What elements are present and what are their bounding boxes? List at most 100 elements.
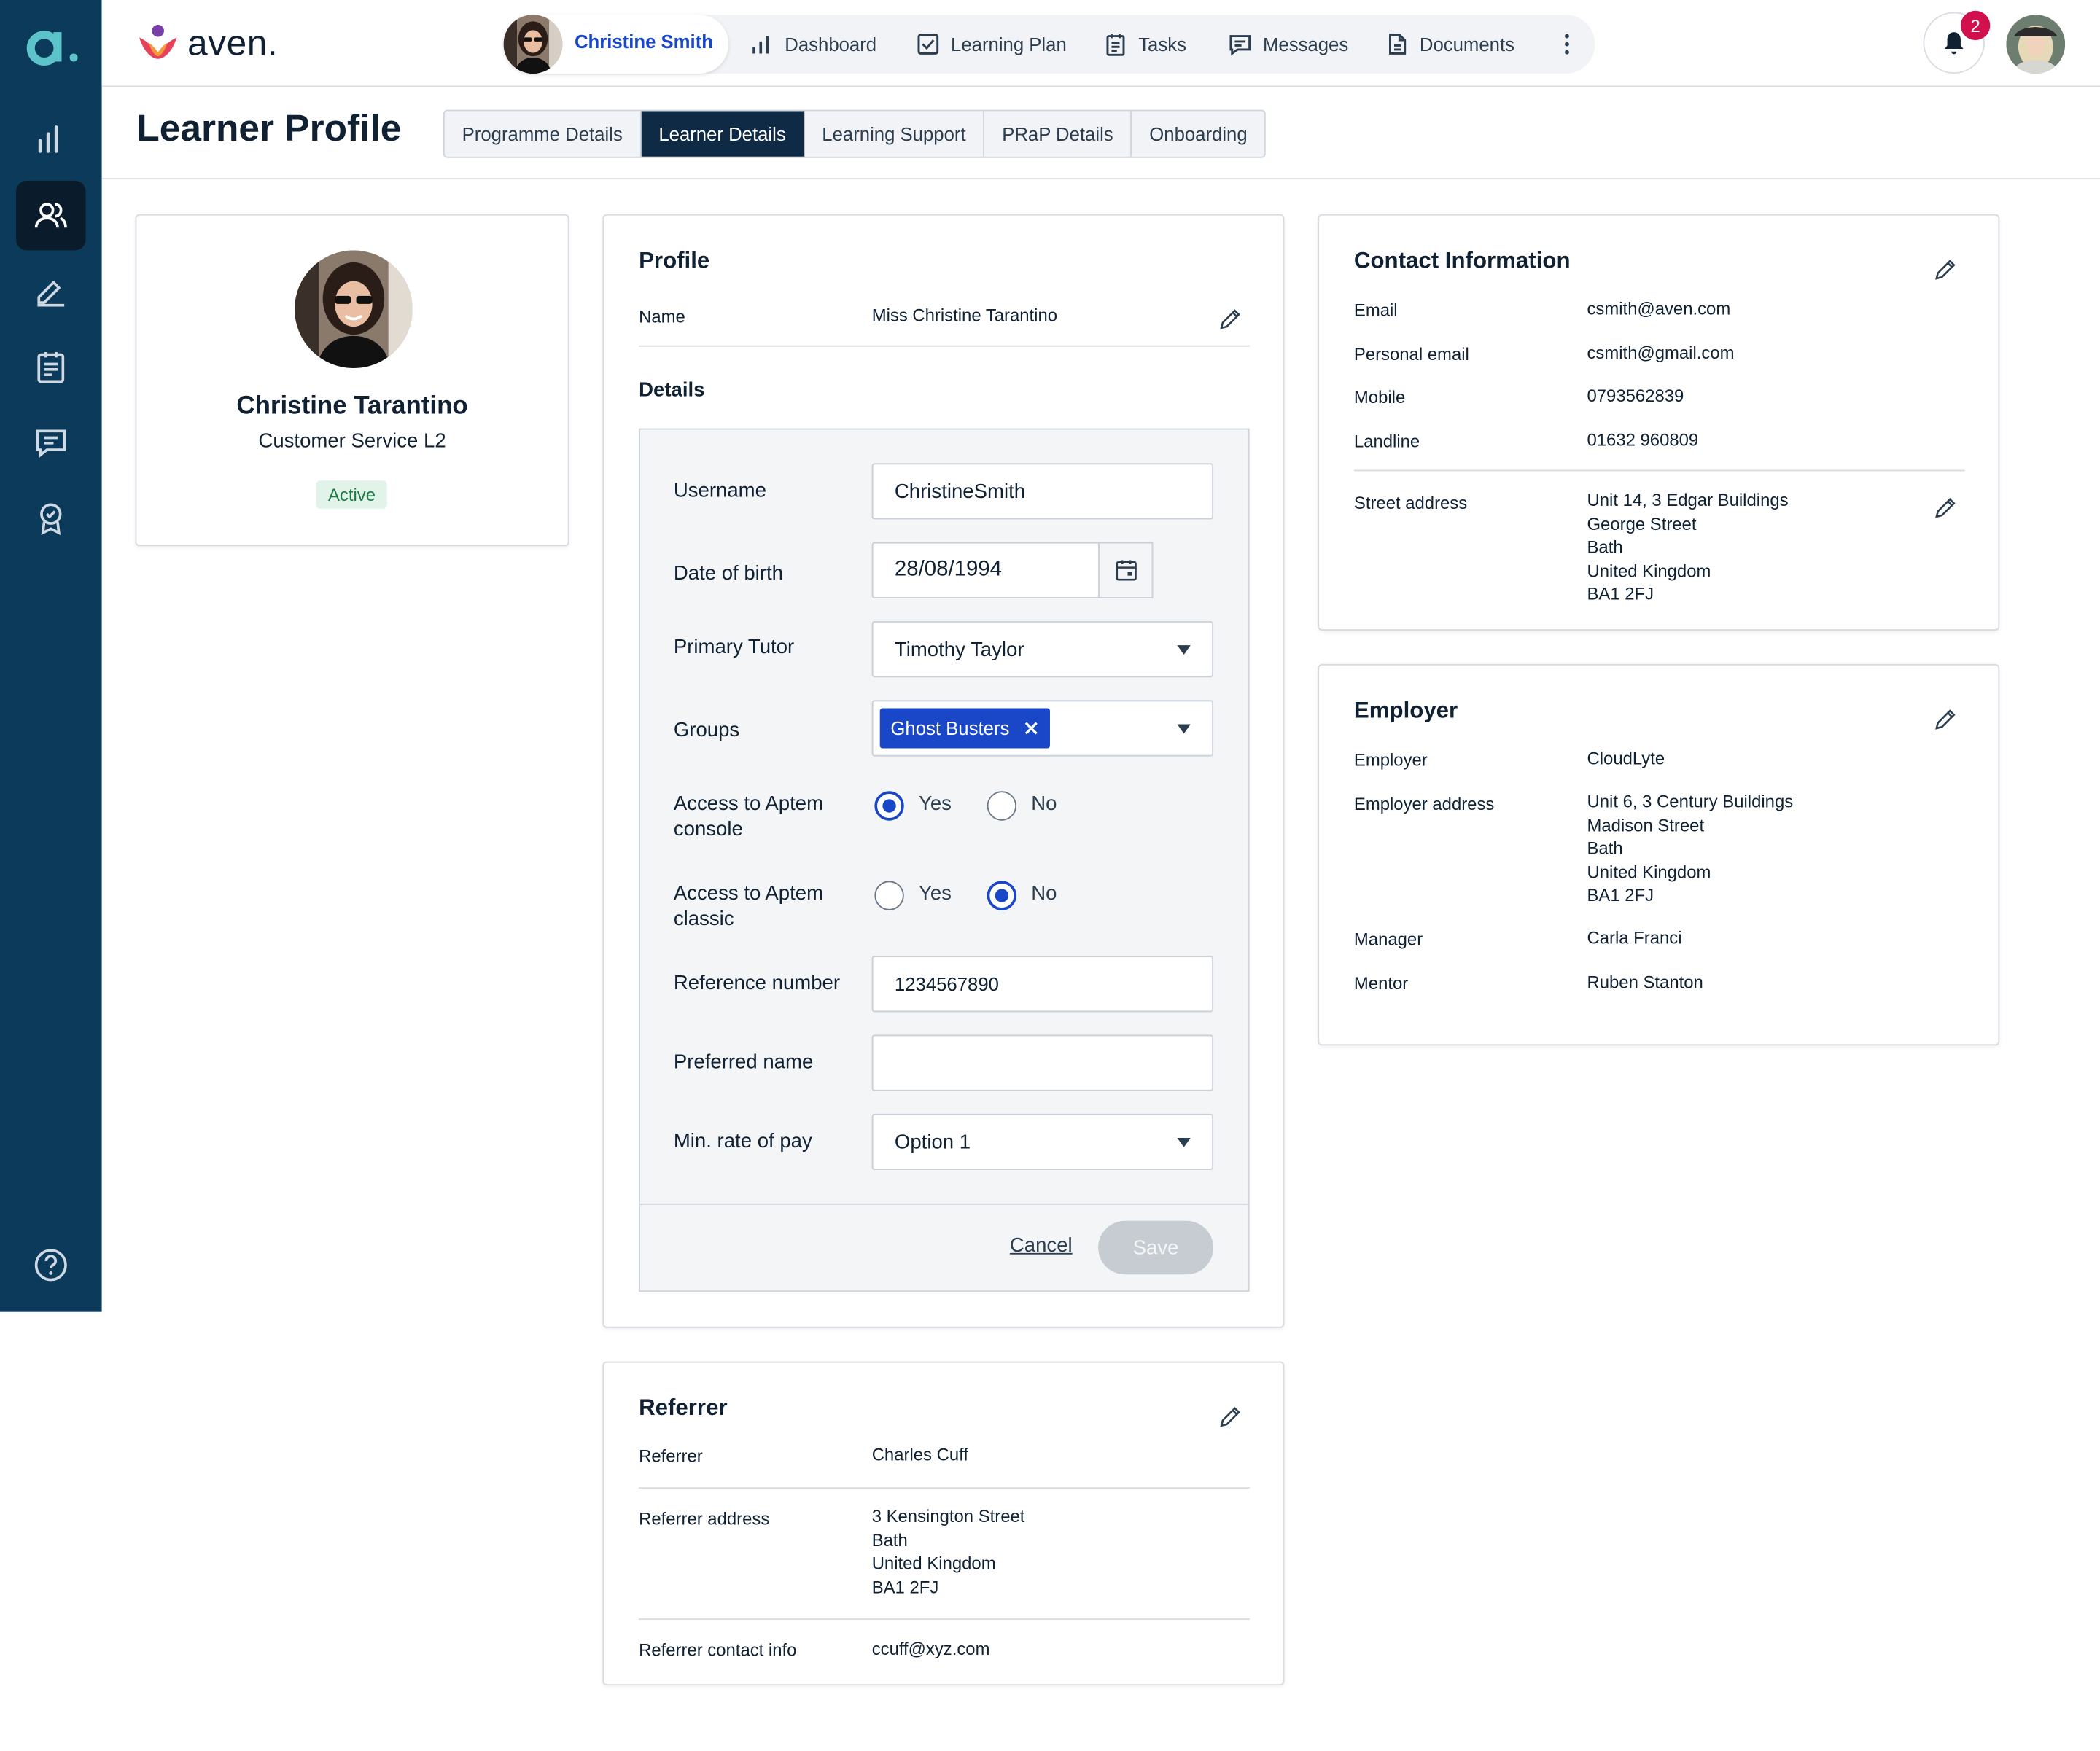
pen-rail-icon[interactable] bbox=[16, 256, 86, 325]
badge-rail-icon[interactable] bbox=[16, 483, 86, 553]
classic-no-radio[interactable] bbox=[987, 881, 1017, 910]
username-input[interactable]: ChristineSmith bbox=[871, 463, 1214, 520]
nav-messages-label: Messages bbox=[1263, 33, 1349, 55]
top-bar: aven. Christine Smith Dashboard Learning… bbox=[101, 0, 2100, 87]
tab-prap-details[interactable]: PRaP Details bbox=[984, 111, 1132, 157]
referrer-section-title: Referrer bbox=[639, 1395, 728, 1421]
learner-avatar bbox=[503, 15, 563, 74]
chart-icon bbox=[752, 36, 769, 54]
chevron-down-icon bbox=[1177, 1137, 1191, 1147]
edit-contact-pencil-icon[interactable] bbox=[1932, 256, 1959, 283]
tab-learner-details[interactable]: Learner Details bbox=[641, 111, 805, 157]
brand[interactable]: aven. bbox=[136, 21, 278, 64]
employer-label: Employer bbox=[1353, 749, 1428, 770]
landline-label: Landline bbox=[1353, 431, 1420, 451]
classic-no-label: No bbox=[1031, 882, 1057, 905]
tab-onboarding[interactable]: Onboarding bbox=[1132, 111, 1264, 156]
groups-label: Groups bbox=[673, 719, 740, 742]
email-label: Email bbox=[1353, 300, 1398, 320]
document-icon bbox=[1389, 34, 1407, 55]
manager-value: Carla Franci bbox=[1587, 927, 1682, 948]
top-nav: Christine Smith Dashboard Learning Plan … bbox=[503, 15, 1595, 74]
min-rate-of-pay-select[interactable]: Option 1 bbox=[871, 1113, 1214, 1171]
street-address-label: Street address bbox=[1353, 492, 1468, 513]
checkbox-icon bbox=[917, 34, 939, 55]
edit-referrer-pencil-icon[interactable] bbox=[1218, 1403, 1245, 1430]
email-value: csmith@aven.com bbox=[1587, 298, 1731, 319]
personal-email-value: csmith@gmail.com bbox=[1587, 343, 1735, 363]
reference-number-input[interactable]: 1234567890 bbox=[871, 956, 1214, 1013]
address-line: Madison Street bbox=[1587, 814, 1705, 835]
dob-input[interactable]: 28/08/1994 bbox=[871, 542, 1100, 598]
divider bbox=[639, 1487, 1250, 1489]
edit-address-pencil-icon[interactable] bbox=[1932, 494, 1959, 521]
console-yes-radio[interactable] bbox=[874, 791, 904, 821]
employer-section-title: Employer bbox=[1353, 697, 1458, 723]
profile-tabs: Programme Details Learner Details Learni… bbox=[443, 109, 1267, 158]
nav-documents[interactable]: Documents bbox=[1385, 32, 1514, 56]
save-button[interactable]: Save bbox=[1098, 1220, 1214, 1275]
groups-multiselect[interactable]: Ghost Busters bbox=[871, 700, 1214, 757]
details-form: Username ChristineSmith Date of birth 28… bbox=[639, 428, 1250, 1292]
employer-address: Unit 6, 3 Century Buildings Madison Stre… bbox=[1587, 789, 1793, 907]
current-learner-chip[interactable]: Christine Smith bbox=[503, 15, 729, 74]
divider bbox=[639, 1618, 1250, 1621]
more-options-icon[interactable] bbox=[1562, 31, 1573, 58]
tab-programme-details[interactable]: Programme Details bbox=[445, 111, 642, 157]
divider bbox=[639, 345, 1250, 347]
address-line: Bath bbox=[871, 1529, 908, 1550]
learners-rail-icon[interactable] bbox=[16, 180, 86, 251]
tasks-rail-icon[interactable] bbox=[16, 332, 86, 401]
messages-rail-icon[interactable] bbox=[16, 408, 86, 477]
learner-photo bbox=[295, 250, 413, 369]
referrer-contact-label: Referrer contact info bbox=[639, 1639, 797, 1661]
primary-tutor-select[interactable]: Timothy Taylor bbox=[871, 621, 1214, 678]
chevron-down-icon bbox=[1177, 645, 1191, 655]
nav-messages[interactable]: Messages bbox=[1228, 32, 1348, 56]
nav-dashboard[interactable]: Dashboard bbox=[750, 32, 877, 56]
classic-yes-label: Yes bbox=[918, 882, 952, 905]
preferred-name-label: Preferred name bbox=[673, 1050, 814, 1074]
app-logo-icon[interactable] bbox=[21, 19, 82, 72]
referrer-address: 3 Kensington Street Bath United Kingdom … bbox=[872, 1505, 1025, 1599]
edit-employer-pencil-icon[interactable] bbox=[1932, 706, 1959, 733]
console-access-label: Access to Aptem console bbox=[673, 792, 824, 841]
console-no-radio[interactable] bbox=[987, 791, 1017, 821]
mobile-value: 0793562839 bbox=[1587, 385, 1684, 406]
primary-tutor-value: Timothy Taylor bbox=[894, 638, 1024, 661]
remove-chip-close-icon[interactable] bbox=[1023, 720, 1039, 736]
username-label: Username bbox=[673, 479, 766, 502]
nav-tasks[interactable]: Tasks bbox=[1103, 32, 1186, 56]
help-rail-icon[interactable] bbox=[16, 1231, 86, 1300]
address-line: BA1 2FJ bbox=[871, 1576, 939, 1596]
nav-dashboard-label: Dashboard bbox=[785, 33, 877, 55]
classic-yes-radio[interactable] bbox=[874, 881, 904, 910]
landline-value: 01632 960809 bbox=[1587, 429, 1699, 451]
street-address: Unit 14, 3 Edgar Buildings George Street… bbox=[1587, 488, 1788, 606]
calendar-icon bbox=[1115, 560, 1136, 581]
calendar-button[interactable] bbox=[1098, 542, 1154, 598]
user-avatar[interactable] bbox=[2006, 15, 2066, 74]
nav-documents-label: Documents bbox=[1419, 33, 1514, 55]
cancel-button[interactable]: Cancel bbox=[1010, 1234, 1073, 1257]
contact-information-card: Contact Information Email csmith@aven.co… bbox=[1318, 214, 2000, 631]
app-root: aven. Christine Smith Dashboard Learning… bbox=[0, 0, 2100, 1751]
address-line: United Kingdom bbox=[1587, 560, 1711, 581]
preferred-name-input[interactable] bbox=[871, 1034, 1214, 1091]
brand-name: aven. bbox=[187, 22, 279, 63]
personal-email-label: Personal email bbox=[1353, 343, 1469, 364]
manager-label: Manager bbox=[1353, 929, 1423, 950]
profile-section-title: Profile bbox=[639, 247, 710, 273]
clipboard-icon bbox=[1106, 34, 1125, 56]
edit-name-pencil-icon[interactable] bbox=[1218, 305, 1245, 332]
nav-learning-plan[interactable]: Learning Plan bbox=[916, 32, 1067, 56]
employer-value: CloudLyte bbox=[1587, 748, 1665, 769]
min-rate-of-pay-value: Option 1 bbox=[894, 1130, 971, 1154]
reference-number-label: Reference number bbox=[673, 972, 841, 995]
details-section-title: Details bbox=[639, 378, 705, 402]
mobile-label: Mobile bbox=[1353, 386, 1406, 407]
current-learner-name: Christine Smith bbox=[574, 31, 713, 52]
dashboard-rail-icon[interactable] bbox=[16, 104, 86, 173]
tab-learning-support[interactable]: Learning Support bbox=[804, 111, 985, 157]
employer-card: Employer Employer CloudLyte Employer add… bbox=[1318, 663, 2000, 1046]
